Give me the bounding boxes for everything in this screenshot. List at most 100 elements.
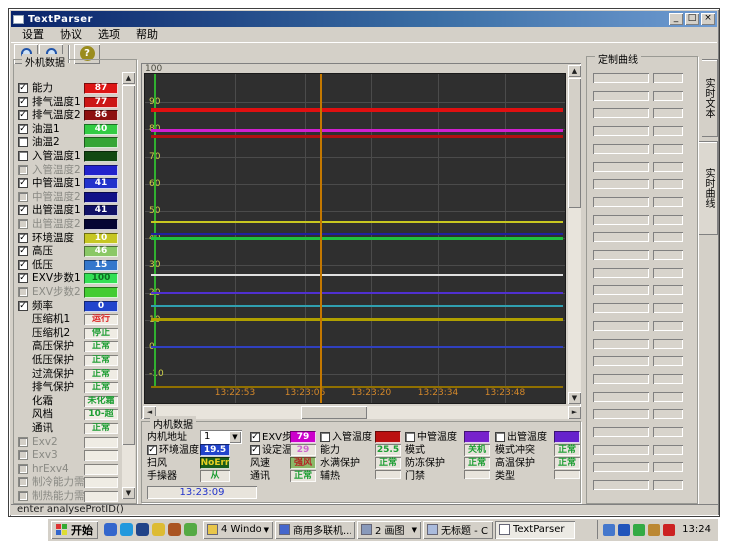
curve-slot-field[interactable]	[593, 73, 649, 83]
curve-slot-field[interactable]	[593, 462, 649, 472]
curve-slot-field[interactable]	[593, 445, 649, 455]
group-dropdown-icon[interactable]: ▼	[412, 526, 417, 534]
curve-slot-value[interactable]	[653, 197, 683, 207]
maximize-button[interactable]: □	[685, 13, 699, 25]
curve-slot-field[interactable]	[593, 232, 649, 242]
curve-slot-field[interactable]	[593, 215, 649, 225]
tray-icon-1[interactable]	[603, 524, 615, 536]
curve-slot-field[interactable]	[593, 374, 649, 384]
tray-icon-3[interactable]	[633, 524, 645, 536]
chart-horizontal-scrollbar[interactable]: ◄ ►	[143, 406, 581, 419]
indoor-checkbox[interactable]	[495, 432, 505, 442]
curve-slot-value[interactable]	[653, 374, 683, 384]
chart-vertical-scrollbar[interactable]: ▲ ▼	[568, 65, 581, 404]
browser-icon[interactable]	[104, 523, 117, 536]
tab-realtime-curve[interactable]: 实时曲线	[699, 141, 718, 235]
curve-slot-value[interactable]	[653, 162, 683, 172]
indoor-checkbox[interactable]: ✓	[250, 445, 260, 455]
curve-slot-value[interactable]	[653, 144, 683, 154]
menu-item-选项[interactable]: 选项	[91, 28, 127, 42]
curve-slot-field[interactable]	[593, 250, 649, 260]
curve-slot-field[interactable]	[593, 162, 649, 172]
curve-slot-field[interactable]	[593, 285, 649, 295]
scroll-right-icon[interactable]: ►	[568, 406, 581, 419]
curve-slot-field[interactable]	[593, 179, 649, 189]
indoor-checkbox[interactable]	[405, 432, 415, 442]
indoor-checkbox[interactable]	[320, 432, 330, 442]
tray-icon-5[interactable]	[663, 524, 675, 536]
curve-slot-value[interactable]	[653, 268, 683, 278]
curve-slot-value[interactable]	[653, 427, 683, 437]
sensor-checkbox[interactable]: ✓	[18, 301, 28, 311]
curve-slot-value[interactable]	[653, 73, 683, 83]
curve-slot-field[interactable]	[593, 144, 649, 154]
taskbar-button[interactable]: 无标题 - C...	[423, 521, 493, 539]
curve-slot-value[interactable]	[653, 250, 683, 260]
close-button[interactable]: ×	[701, 13, 715, 25]
indoor-checkbox[interactable]: ✓	[147, 445, 157, 455]
curve-slot-field[interactable]	[593, 303, 649, 313]
tray-icon-2[interactable]	[618, 524, 630, 536]
minimize-button[interactable]: _	[669, 13, 683, 25]
dropdown-arrow-icon[interactable]: ▼	[229, 431, 241, 443]
messenger-icon[interactable]	[120, 523, 133, 536]
taskbar-button[interactable]: 2 画图▼	[357, 521, 421, 539]
curve-slot-field[interactable]	[593, 427, 649, 437]
curve-slot-value[interactable]	[653, 462, 683, 472]
curve-slot-value[interactable]	[653, 232, 683, 242]
sensor-checkbox[interactable]: ✓	[18, 260, 28, 270]
chart-vscroll-thumb[interactable]	[568, 78, 581, 208]
chart-hscroll-thumb[interactable]	[301, 406, 367, 419]
curve-slot-value[interactable]	[653, 285, 683, 295]
menu-item-协议[interactable]: 协议	[53, 28, 89, 42]
sensor-checkbox[interactable]: ✓	[18, 205, 28, 215]
curve-slot-field[interactable]	[593, 321, 649, 331]
curve-slot-value[interactable]	[653, 303, 683, 313]
curve-slot-field[interactable]	[593, 268, 649, 278]
curve-slot-value[interactable]	[653, 356, 683, 366]
curve-slot-field[interactable]	[593, 356, 649, 366]
curve-slot-value[interactable]	[653, 480, 683, 490]
sensor-checkbox[interactable]	[18, 151, 28, 161]
tab-realtime-text[interactable]: 实时文本	[702, 59, 718, 137]
curve-slot-field[interactable]	[593, 409, 649, 419]
curve-slot-value[interactable]	[653, 321, 683, 331]
scroll-up-icon[interactable]: ▲	[122, 72, 135, 84]
curve-slot-field[interactable]	[593, 392, 649, 402]
sensor-checkbox[interactable]: ✓	[18, 97, 28, 107]
curve-slot-field[interactable]	[593, 91, 649, 101]
curve-slot-value[interactable]	[653, 108, 683, 118]
menu-item-设置[interactable]: 设置	[15, 28, 51, 42]
sensor-checkbox[interactable]: ✓	[18, 110, 28, 120]
sensor-checkbox[interactable]	[18, 137, 28, 147]
tray-icon-4[interactable]	[648, 524, 660, 536]
sidebar-scroll-thumb[interactable]	[122, 85, 135, 445]
titlebar[interactable]: TextParser _ □ ×	[11, 11, 717, 27]
sensor-checkbox[interactable]: ✓	[18, 83, 28, 93]
scroll-down-icon[interactable]: ▼	[568, 392, 581, 404]
scroll-up-icon[interactable]: ▲	[568, 65, 581, 77]
media-icon[interactable]	[136, 523, 149, 536]
curve-slot-value[interactable]	[653, 215, 683, 225]
indoor-checkbox[interactable]: ✓	[250, 432, 260, 442]
curve-slot-value[interactable]	[653, 179, 683, 189]
curve-slot-value[interactable]	[653, 91, 683, 101]
sensor-checkbox[interactable]: ✓	[18, 233, 28, 243]
sensor-checkbox[interactable]: ✓	[18, 124, 28, 134]
curve-slot-field[interactable]	[593, 480, 649, 490]
indoor-address-select[interactable]: 1▼	[200, 430, 242, 444]
curve-slot-field[interactable]	[593, 197, 649, 207]
curve-slot-field[interactable]	[593, 339, 649, 349]
curve-slot-value[interactable]	[653, 445, 683, 455]
sensor-checkbox[interactable]: ✓	[18, 246, 28, 256]
folder-icon[interactable]	[184, 523, 197, 536]
taskbar-button[interactable]: TextParser	[495, 521, 575, 539]
curve-slot-value[interactable]	[653, 339, 683, 349]
curve-slot-value[interactable]	[653, 409, 683, 419]
group-dropdown-icon[interactable]: ▼	[264, 526, 269, 534]
taskbar-button[interactable]: 商用多联机...	[275, 521, 355, 539]
security-icon[interactable]	[168, 523, 181, 536]
start-button[interactable]: 开始	[51, 521, 98, 539]
curve-slot-field[interactable]	[593, 126, 649, 136]
sensor-checkbox[interactable]: ✓	[18, 178, 28, 188]
